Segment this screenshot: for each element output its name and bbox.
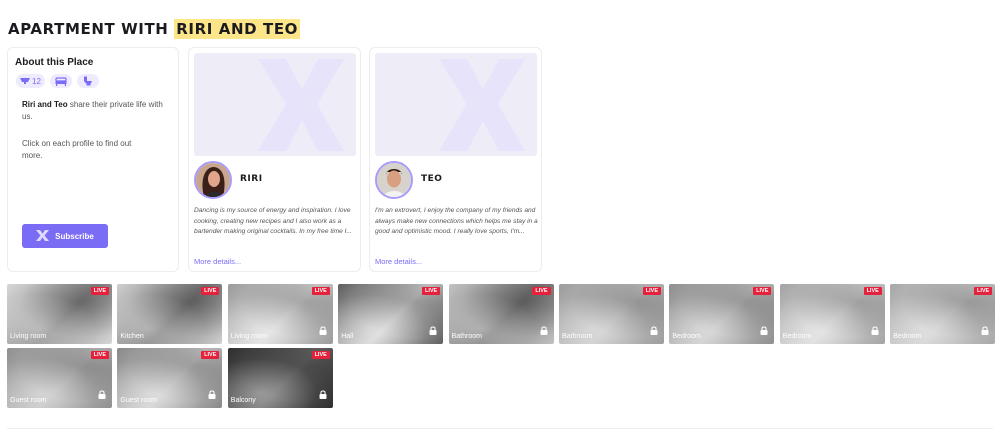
page-title: APARTMENT WITH RIRI AND TEO [8, 19, 301, 39]
camera-thumbnail[interactable]: LIVE Bedroom [890, 284, 996, 344]
toilet-pill [76, 74, 99, 88]
about-hint: Click on each profile to find out more. [22, 139, 132, 160]
bed-pill [49, 74, 72, 88]
lock-icon [319, 322, 327, 340]
live-badge: LIVE [90, 287, 109, 295]
camera-count: 12 [32, 76, 41, 86]
profile-bio: Dancing is my source of energy and inspi… [194, 207, 352, 235]
camera-thumbnail[interactable]: LIVE Living room [7, 284, 112, 344]
profile-card-riri[interactable]: RIRI Dancing is my source of energy and … [188, 47, 361, 272]
lock-icon [319, 386, 327, 404]
camera-thumbnail[interactable]: LIVE Bathroom [448, 284, 554, 344]
divider [7, 428, 993, 429]
live-badge: LIVE [201, 351, 220, 359]
lock-icon [760, 322, 768, 340]
profile-bio: I'm an extrovert, I enjoy the company of… [375, 207, 538, 235]
live-badge: LIVE [201, 287, 220, 295]
lock-icon [871, 322, 879, 340]
lock-icon [98, 386, 106, 404]
camera-label: Living room [10, 333, 47, 340]
camera-label: Guest room [120, 397, 157, 404]
avatar[interactable] [194, 161, 232, 199]
lock-icon [650, 322, 658, 340]
camera-thumbnail[interactable]: LIVE Kitchen [117, 284, 223, 344]
camera-thumbnail[interactable]: LIVE Guest room [117, 348, 223, 408]
camera-thumbnail[interactable]: LIVE Guest room [7, 348, 112, 408]
profile-banner [375, 53, 537, 156]
profile-name: RIRI [240, 174, 263, 184]
camera-label: Bedroom [672, 333, 701, 340]
live-badge: LIVE [863, 287, 882, 295]
camera-label: Hall [341, 333, 354, 340]
camera-label: Kitchen [120, 333, 144, 340]
subscribe-label: Subscribe [55, 231, 94, 241]
lock-icon [540, 322, 548, 340]
camera-thumbnail[interactable]: LIVE Hall [338, 284, 444, 344]
live-badge: LIVE [973, 287, 993, 295]
avatar-teo-icon [377, 163, 411, 197]
camera-count-pill: 12 [16, 74, 45, 88]
camera-thumbnail[interactable]: LIVE Living room [227, 284, 333, 344]
avatar[interactable] [375, 161, 413, 199]
more-details-link[interactable]: More details... [194, 257, 241, 266]
camera-thumbnail[interactable]: LIVE Bedroom [779, 284, 885, 344]
about-description-names: Riri and Teo [22, 100, 68, 109]
live-badge: LIVE [642, 287, 661, 295]
lock-icon [981, 322, 989, 340]
page-title-highlight: RIRI AND TEO [174, 19, 301, 39]
live-badge: LIVE [421, 287, 441, 295]
page-title-prefix: APARTMENT WITH [8, 20, 175, 38]
camera-label: Bedroom [782, 333, 812, 340]
subscribe-button[interactable]: Subscribe [22, 224, 108, 248]
x-logo-icon [439, 59, 525, 151]
camera-label: Living room [230, 333, 267, 340]
x-logo-icon [36, 229, 50, 243]
camera-label: Bathroom [451, 333, 482, 340]
about-heading: About this Place [15, 57, 94, 68]
amenity-pills: 12 [16, 74, 99, 88]
live-badge: LIVE [90, 351, 109, 359]
profile-card-teo[interactable]: TEO I'm an extrovert, I enjoy the compan… [369, 47, 542, 272]
live-badge: LIVE [311, 287, 330, 295]
about-description: Riri and Teo share their private life wi… [22, 99, 172, 123]
camera-thumbnail[interactable]: LIVE Bedroom [669, 284, 775, 344]
toilet-icon [83, 76, 93, 86]
camera-thumbnail[interactable]: LIVE Bathroom [559, 284, 664, 344]
camera-label: Balcony [230, 397, 256, 404]
live-badge: LIVE [532, 287, 551, 295]
live-badge: LIVE [311, 351, 330, 359]
live-badge: LIVE [753, 287, 772, 295]
camera-thumbnail[interactable]: LIVE Balcony [227, 348, 333, 408]
x-logo-icon [258, 59, 344, 151]
about-card: About this Place 12 Riri and Teo share t… [7, 47, 179, 272]
avatar-riri-icon [196, 163, 230, 197]
profile-banner [194, 53, 356, 156]
more-details-link[interactable]: More details... [375, 257, 422, 266]
camera-label: Guest room [10, 397, 47, 404]
camera-icon [20, 77, 30, 85]
profile-name: TEO [421, 174, 443, 184]
lock-icon [429, 322, 437, 340]
camera-label: Bathroom [562, 333, 593, 340]
lock-icon [208, 386, 216, 404]
bed-icon [55, 76, 67, 86]
camera-label: Bedroom [893, 333, 922, 340]
